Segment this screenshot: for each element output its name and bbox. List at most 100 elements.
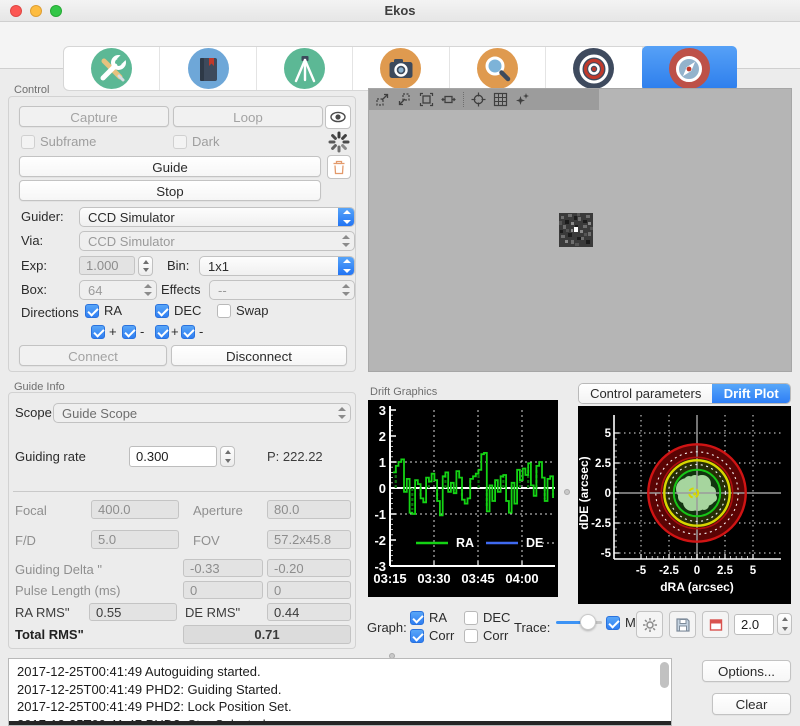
window-title: Ekos [0, 3, 800, 18]
fov-label: FOV [193, 533, 220, 548]
svg-text:03:15: 03:15 [373, 571, 406, 586]
proportional-gain-value: P: 222.22 [267, 449, 323, 464]
subframe-checkbox[interactable]: Subframe [21, 134, 96, 149]
ra-minus-checkbox[interactable]: - [122, 324, 144, 339]
autoscale-graphs-button[interactable] [636, 611, 663, 638]
guiding-rate-stepper[interactable] [220, 446, 235, 467]
dec-direction-checkbox[interactable]: DEC [155, 303, 201, 318]
log-line: 2017-12-25T00:41:49 Autoguiding started. [17, 663, 663, 681]
de-rms-value: 0.44 [267, 603, 351, 621]
dec-plus-checkbox[interactable]: + [155, 324, 179, 339]
clear-calibration-button[interactable] [327, 155, 351, 179]
fits-viewer-button[interactable] [325, 105, 351, 129]
toolbar-item-mount[interactable] [257, 47, 353, 90]
log-output[interactable]: 2017-12-25T00:41:49 Autoguiding started.… [8, 658, 672, 726]
exposure-input[interactable]: 1.000 [79, 256, 135, 275]
guide-star-subframe[interactable] [559, 213, 593, 247]
crosshair-icon[interactable] [471, 92, 486, 107]
accuracy-radius-stepper[interactable] [777, 613, 792, 635]
focal-value: 400.0 [91, 500, 179, 519]
slider-knob[interactable] [580, 614, 596, 630]
guider-label: Guider: [21, 209, 64, 224]
toolbar-item-capture[interactable] [353, 47, 449, 90]
ra-rms-value: 0.55 [89, 603, 177, 621]
export-guide-data-button[interactable] [669, 611, 696, 638]
guiding-rate-label: Guiding rate [15, 449, 86, 464]
svg-text:-5: -5 [636, 565, 647, 577]
toolbar-item-setup[interactable] [64, 47, 160, 90]
exposure-stepper[interactable] [138, 256, 153, 276]
effects-label: Effects [161, 282, 201, 297]
grid-icon[interactable] [493, 92, 508, 107]
drift-plot-chart[interactable]: -5-5-2.5-2.5002.52.555dRA (arcsec)dDE (a… [578, 406, 791, 604]
fov-value: 57.2x45.8 [267, 530, 351, 549]
svg-text:2.5: 2.5 [717, 565, 734, 577]
stars-icon[interactable] [515, 92, 530, 107]
via-select[interactable]: CCD Simulator [79, 231, 355, 251]
zoom-fit-icon[interactable] [419, 92, 434, 107]
plus-label: + [109, 324, 117, 339]
dark-checkbox[interactable]: Dark [173, 134, 219, 149]
fd-value: 5.0 [91, 530, 179, 549]
graph-dec-label: DEC [483, 610, 510, 625]
graph-dec-corr-checkbox[interactable]: Corr [464, 628, 508, 643]
box-size-select[interactable]: 64 [79, 280, 157, 300]
chevron-cap [338, 256, 355, 276]
ra-direction-checkbox[interactable]: RA [85, 303, 122, 318]
log-scrollbar[interactable] [660, 662, 669, 688]
tab-control-parameters[interactable]: Control parameters [579, 384, 712, 403]
drift-graphics-chart[interactable]: 3210-1-2-303:1503:3003:4504:00RADE [368, 400, 558, 597]
clear-graphs-button[interactable] [702, 611, 729, 638]
control-group: Capture Loop Subframe Dark [8, 96, 356, 372]
guiding-rate-input[interactable]: 0.300 [129, 446, 217, 467]
titlebar: Ekos [0, 0, 800, 22]
disconnect-button[interactable]: Disconnect [171, 345, 347, 366]
guiding-delta-label: Guiding Delta " [15, 562, 102, 577]
via-label: Via: [21, 233, 43, 248]
graph-dec-checkbox[interactable]: DEC [464, 610, 510, 625]
clear-log-button[interactable]: Clear [712, 693, 791, 715]
toolbar-item-focus[interactable] [450, 47, 546, 90]
capture-button[interactable]: Capture [19, 106, 169, 127]
graph-ra-corr-checkbox[interactable]: Corr [410, 628, 454, 643]
camera-icon [380, 48, 421, 89]
svg-text:0: 0 [694, 565, 700, 577]
svg-text:2.5: 2.5 [595, 458, 612, 470]
trash-icon [332, 160, 346, 175]
tab-drift-plot[interactable]: Drift Plot [712, 384, 790, 403]
effects-select[interactable]: -- [209, 280, 355, 300]
zoom-out-icon[interactable] [397, 92, 412, 107]
guider-select[interactable]: CCD Simulator [79, 207, 355, 227]
loop-button[interactable]: Loop [173, 106, 323, 127]
splitter-handle[interactable] [564, 489, 570, 495]
scope-select[interactable]: Guide Scope [53, 403, 351, 423]
options-button[interactable]: Options... [702, 660, 791, 682]
pulse-de: 0 [267, 581, 351, 599]
zoom-in-icon[interactable] [375, 92, 390, 107]
swap-label: Swap [236, 303, 269, 318]
zoom-actual-size-icon[interactable] [441, 92, 456, 107]
svg-text:-2: -2 [374, 533, 386, 548]
toolbar-item-scheduler[interactable] [160, 47, 256, 90]
swap-checkbox[interactable]: Swap [217, 303, 269, 318]
trace-slider[interactable] [556, 614, 602, 630]
toolbar-item-align[interactable] [546, 47, 642, 90]
graph-corr-label: Corr [483, 628, 508, 643]
toolbar-item-guide[interactable] [642, 46, 737, 91]
binning-select[interactable]: 1x1 [199, 256, 355, 276]
guide-button[interactable]: Guide [19, 156, 321, 177]
window-bottom-edge [9, 721, 671, 725]
pulse-ra: 0 [183, 581, 263, 599]
ra-plus-checkbox[interactable]: + [91, 324, 117, 339]
stop-button[interactable]: Stop [19, 180, 321, 201]
connect-button[interactable]: Connect [19, 345, 167, 366]
ekos-window: Ekos [0, 0, 800, 726]
guide-image-view[interactable] [368, 88, 792, 372]
exp-label: Exp: [21, 258, 47, 273]
right-panel-tabs: Control parameters Drift Plot [578, 383, 791, 404]
chevron-cap [338, 207, 355, 227]
dec-minus-checkbox[interactable]: - [181, 324, 203, 339]
accuracy-radius-input[interactable]: 2.0 [734, 614, 774, 635]
graph-ra-checkbox[interactable]: RA [410, 610, 447, 625]
magnifier-icon [477, 48, 518, 89]
